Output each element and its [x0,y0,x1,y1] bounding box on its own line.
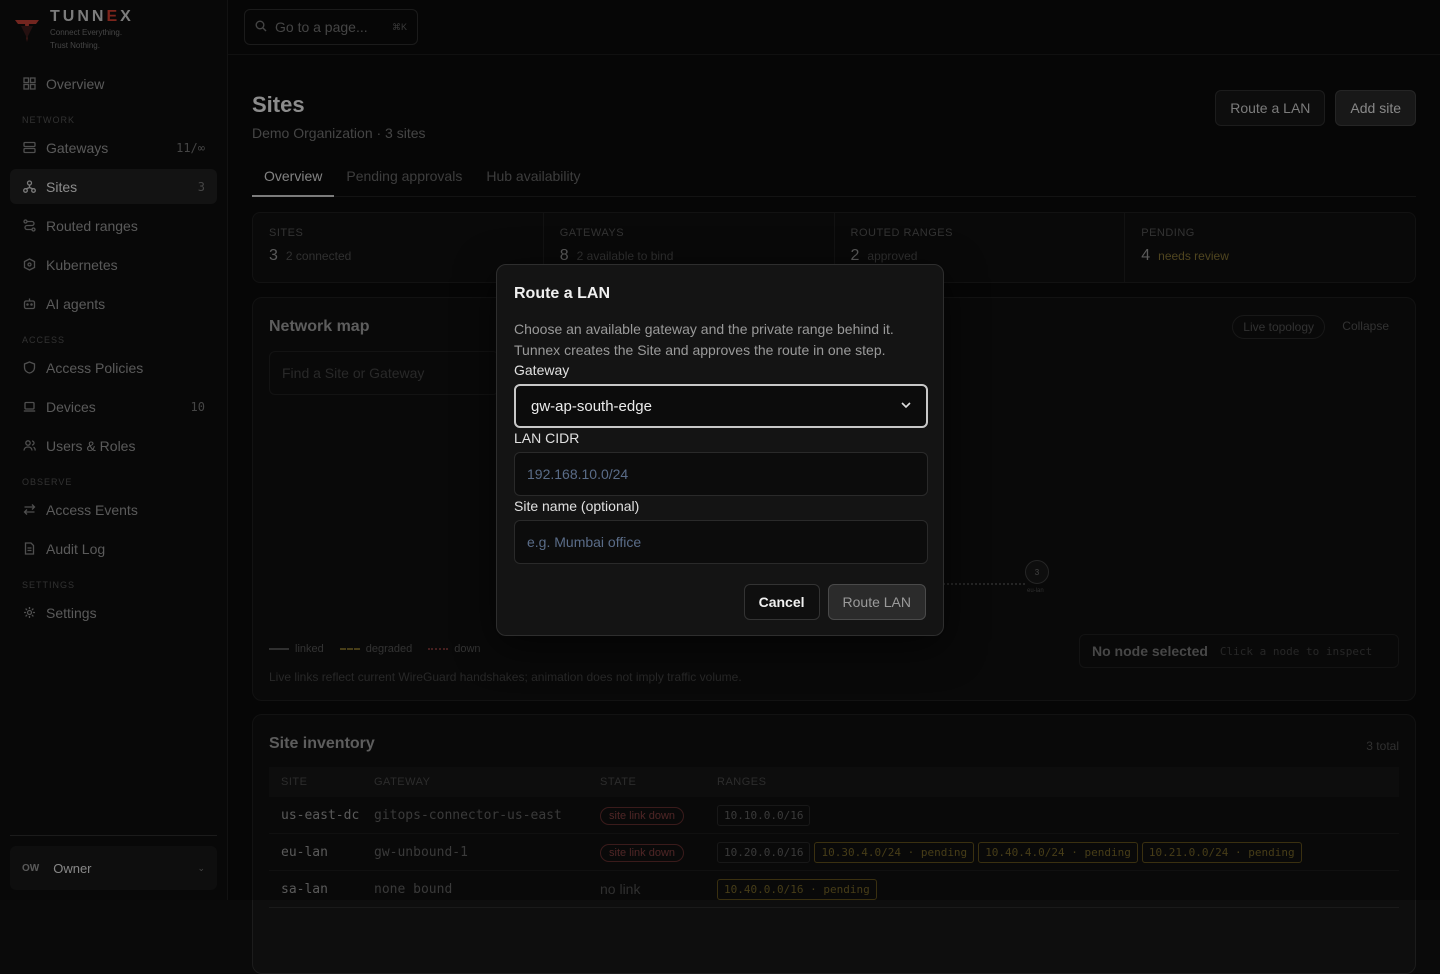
site-name-label: Site name (optional) [514,498,640,514]
site-name-input[interactable]: e.g. Mumbai office [514,520,928,564]
dialog-title: Route a LAN [514,285,610,302]
lan-cidr-input[interactable]: 192.168.10.0/24 [514,452,928,496]
route-lan-submit-button[interactable]: Route LAN [827,584,926,620]
chevron-down-icon [901,401,911,412]
gateway-select-value: gw-ap-south-edge [531,397,652,415]
dialog-actions: Cancel Route LAN [743,584,926,620]
dialog-description: Choose an available gateway and the priv… [514,321,894,358]
gateway-label: Gateway [514,362,570,378]
route-lan-dialog: Route a LAN Choose an available gateway … [496,264,944,636]
gateway-select[interactable]: gw-ap-south-edge [514,384,928,428]
cancel-button[interactable]: Cancel [743,584,820,620]
lan-cidr-label: LAN CIDR [514,430,580,446]
